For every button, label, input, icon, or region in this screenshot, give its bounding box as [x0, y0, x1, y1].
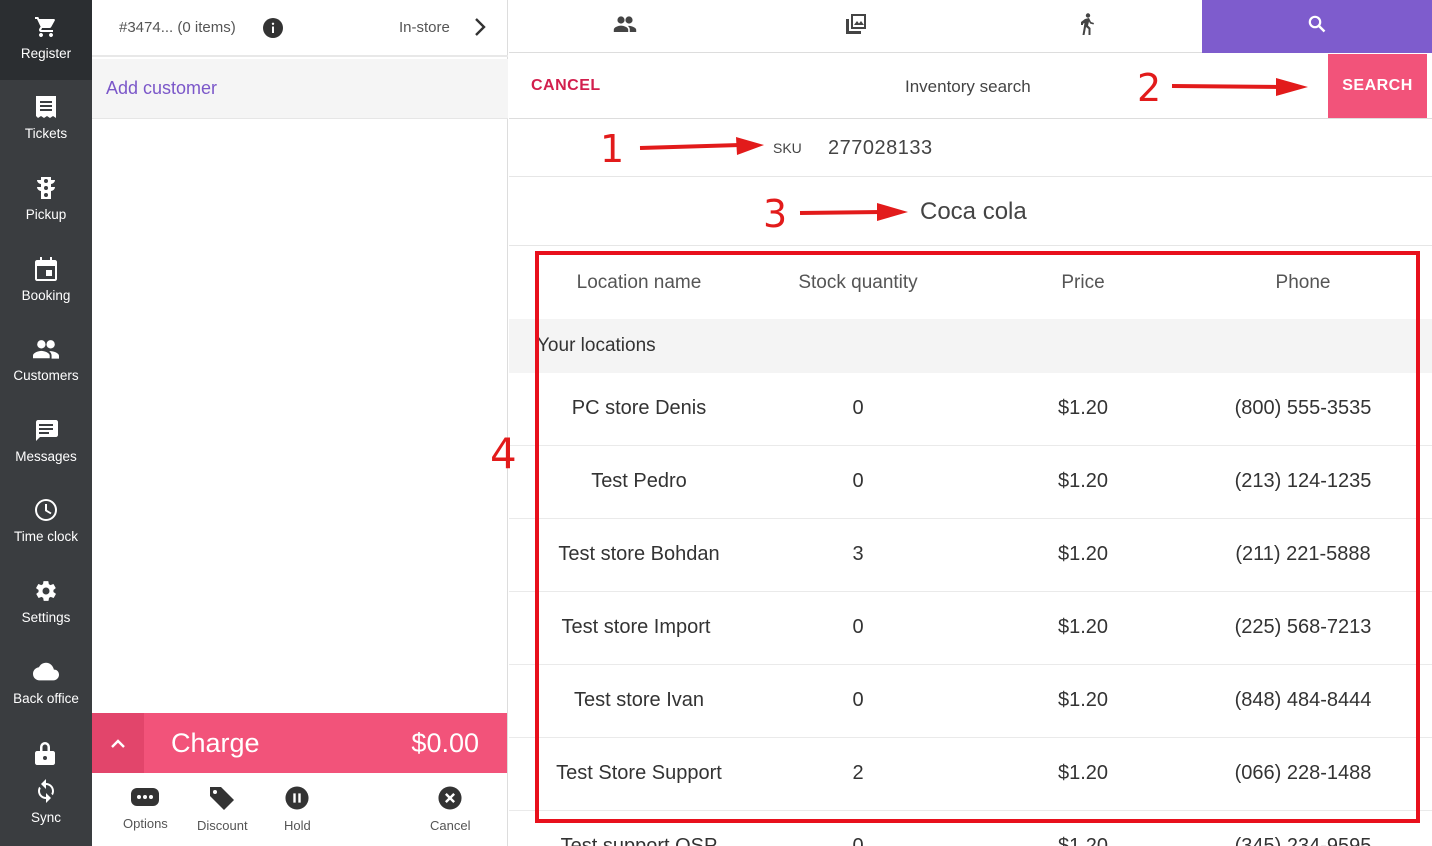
cart-icon — [33, 14, 59, 40]
walk-icon — [1079, 13, 1095, 40]
annotation-arrow-3 — [799, 203, 908, 221]
sku-input[interactable]: 277028133 — [828, 137, 933, 160]
sidebar-item-label: Sync — [30, 810, 61, 825]
sidebar-item-settings[interactable]: Settings — [0, 564, 92, 644]
discount-button[interactable]: Discount — [197, 786, 248, 833]
add-customer-row[interactable]: Add customer — [92, 59, 508, 119]
ticket-header: #3474... (0 items) In-store — [92, 0, 508, 57]
ticket-panel: #3474... (0 items) In-store Add customer… — [92, 0, 508, 846]
traffic-light-icon — [33, 175, 59, 201]
chevron-up-icon[interactable] — [92, 713, 144, 773]
gear-icon — [33, 578, 59, 604]
people-icon — [613, 16, 637, 37]
annotation-box — [535, 251, 1420, 823]
sidebar-item-messages[interactable]: Messages — [0, 403, 92, 483]
annotation-arrow-2 — [1171, 78, 1308, 96]
discount-label: Discount — [197, 818, 248, 833]
sidebar-item-back-office[interactable]: Back office — [0, 645, 92, 725]
sidebar-item-label: Time clock — [13, 529, 78, 544]
search-button[interactable]: SEARCH — [1328, 54, 1427, 118]
charge-label[interactable]: Charge — [171, 728, 260, 759]
options-button[interactable]: Options — [123, 786, 168, 831]
annotation-number-2: 2 — [1137, 66, 1162, 110]
tab-walk-in[interactable] — [971, 0, 1202, 53]
pause-icon — [284, 786, 310, 813]
clock-icon — [33, 497, 59, 523]
search-icon — [1308, 15, 1326, 38]
cancel-ticket-button[interactable]: Cancel — [430, 786, 470, 833]
people-icon — [33, 336, 59, 362]
add-customer-link[interactable]: Add customer — [106, 78, 217, 99]
annotation-number-1: 1 — [600, 127, 625, 171]
cell-stock: 0 — [852, 835, 864, 846]
sync-icon — [33, 778, 59, 804]
message-icon — [33, 417, 59, 443]
tab-search[interactable] — [1202, 0, 1432, 53]
sidebar-item-label: Pickup — [25, 207, 67, 222]
sidebar-item-pickup[interactable]: Pickup — [0, 161, 92, 241]
product-name: Coca cola — [920, 198, 1027, 225]
hold-label: Hold — [284, 818, 311, 833]
charge-bar[interactable]: Charge $0.00 — [92, 713, 507, 773]
calendar-icon — [33, 256, 59, 282]
sidebar-item-label: Customers — [13, 368, 79, 383]
ticket-actions: Options Discount Hold Cancel — [92, 773, 507, 846]
cell-location: Test support OSP — [560, 835, 718, 846]
sidebar-item-sync[interactable]: Sync — [0, 766, 92, 846]
product-row: Coca cola — [509, 178, 1432, 246]
sidebar: Register Tickets Pickup Booking Customer… — [0, 0, 92, 846]
tab-bar — [509, 0, 1432, 53]
cloud-icon — [33, 659, 59, 685]
sidebar-item-booking[interactable]: Booking — [0, 242, 92, 322]
sidebar-item-time-clock[interactable]: Time clock — [0, 483, 92, 563]
sidebar-item-label: Booking — [21, 288, 71, 303]
cancel-label: Cancel — [430, 818, 471, 833]
sidebar-item-label: Register — [20, 46, 72, 61]
tag-icon — [209, 786, 235, 813]
more-icon — [131, 786, 160, 811]
cell-phone: (345) 234-9595 — [1234, 835, 1372, 846]
charge-amount: $0.00 — [411, 728, 479, 758]
sidebar-item-label: Settings — [21, 610, 71, 625]
gallery-icon — [845, 14, 866, 39]
info-icon[interactable] — [263, 18, 283, 43]
order-mode[interactable]: In-store — [399, 19, 450, 36]
sku-label: SKU — [773, 140, 802, 156]
chevron-right-icon[interactable] — [473, 17, 487, 42]
sidebar-item-label: Back office — [13, 691, 79, 706]
sidebar-item-label: Tickets — [24, 126, 68, 141]
annotation-number-3: 3 — [763, 192, 788, 236]
cell-price: $1.20 — [1057, 835, 1109, 846]
options-label: Options — [123, 816, 168, 831]
annotation-number-4: 4 — [490, 429, 517, 478]
receipt-icon — [33, 94, 59, 120]
sidebar-item-tickets[interactable]: Tickets — [0, 80, 92, 160]
hold-button[interactable]: Hold — [284, 786, 311, 833]
close-circle-icon — [437, 786, 463, 813]
cancel-button[interactable]: CANCEL — [531, 77, 601, 95]
tab-customers[interactable] — [509, 0, 740, 53]
sidebar-item-label: Messages — [15, 449, 77, 464]
page-title: Inventory search — [905, 77, 1031, 96]
order-id[interactable]: #3474... (0 items) — [119, 19, 236, 36]
sidebar-item-register[interactable]: Register — [0, 0, 92, 80]
tab-gallery[interactable] — [740, 0, 971, 53]
annotation-arrow-1 — [639, 137, 764, 155]
sidebar-item-customers[interactable]: Customers — [0, 322, 92, 402]
